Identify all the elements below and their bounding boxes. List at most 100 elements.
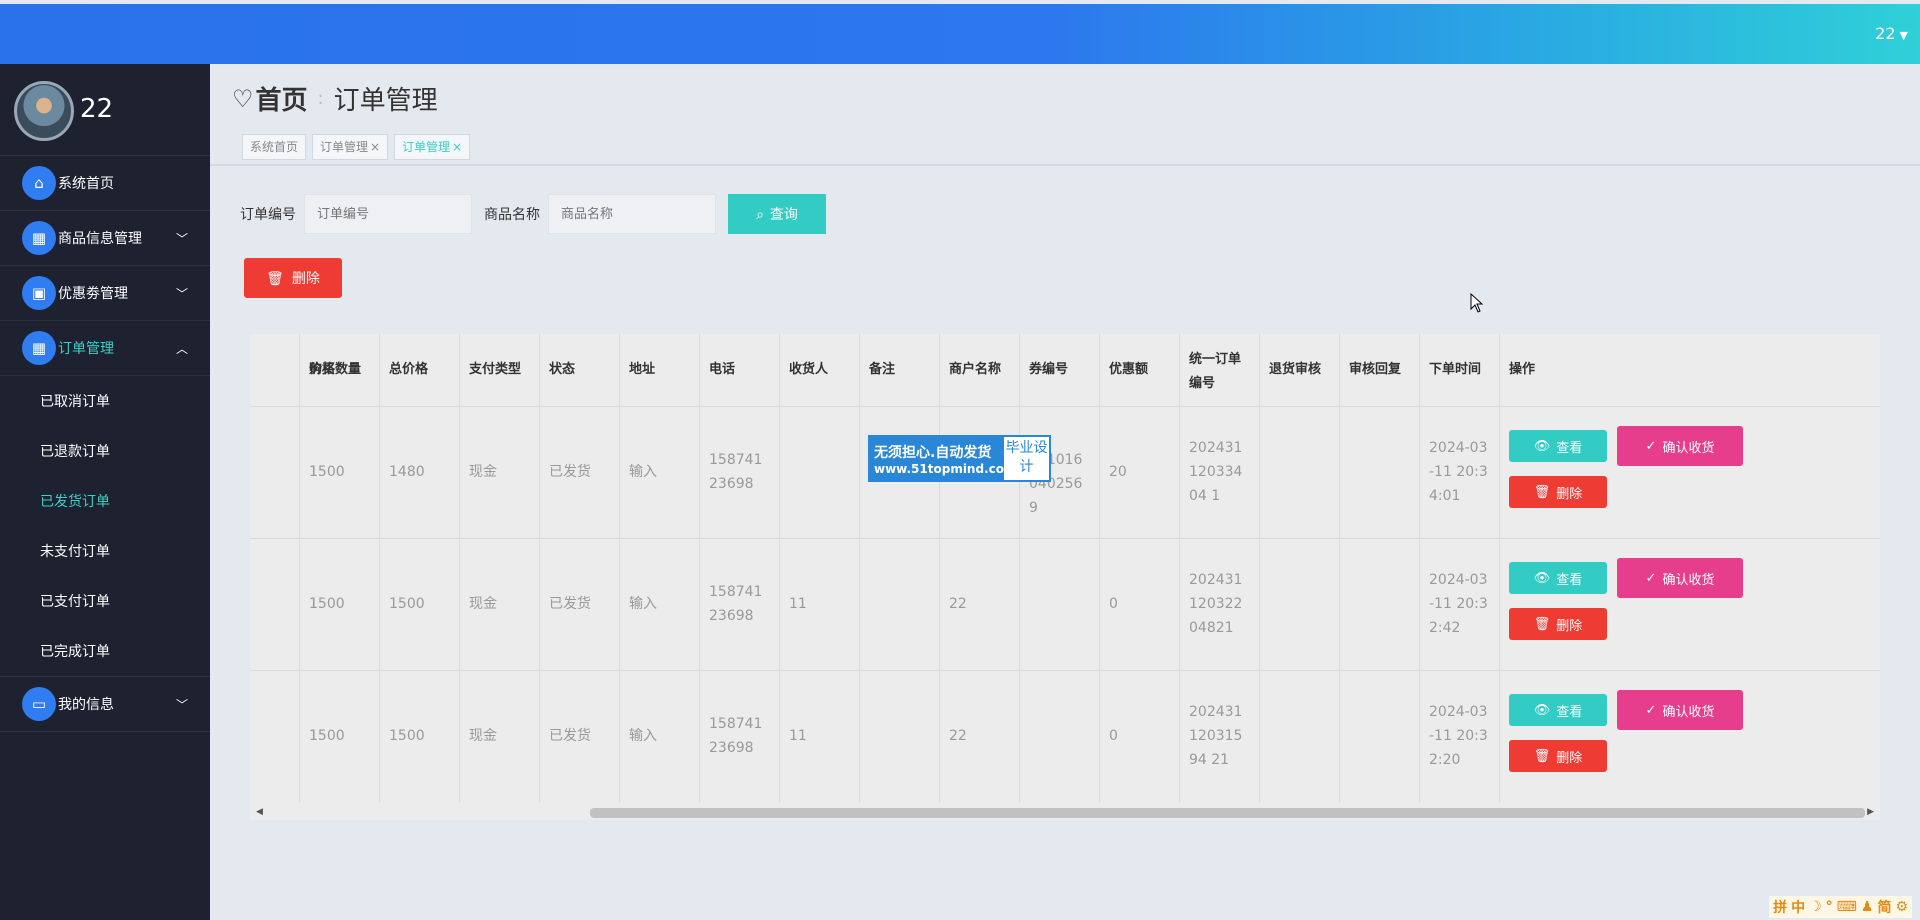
close-icon[interactable]: × [452,140,462,154]
submenu-refunded-orders[interactable]: 已退款订单 [0,426,210,476]
cell-phone: 15874123698 [709,584,763,624]
cell-phone: 15874123698 [709,452,763,492]
view-button[interactable]: 👁 查看 [1509,694,1607,726]
column-header[interactable]: 商户名称 [939,334,1019,406]
ime-icon[interactable]: ⌨ [1837,899,1857,915]
query-button[interactable]: ⌕ 查询 [728,194,826,234]
bulk-delete-label: 删除 [291,270,320,286]
submenu-unpaid-orders[interactable]: 未支付订单 [0,526,210,576]
profile-name: 22 [80,94,114,124]
cell-address: 输入 [629,728,657,744]
submenu-paid-orders[interactable]: 已支付订单 [0,576,210,626]
column-header[interactable]: 退货审核 [1259,334,1339,406]
scroll-right-icon[interactable]: ▶ [1867,807,1874,817]
trash-icon: 🗑 [1533,616,1551,631]
column-header[interactable]: 地址 [619,334,699,406]
submenu-cancelled-orders[interactable]: 已取消订单 [0,376,210,426]
column-header[interactable]: 下单时间 [1419,334,1499,406]
cell-time: 2024-03-11 20:32:20 [1429,704,1488,768]
breadcrumb-separator: : [317,88,324,109]
submenu-shipped-orders[interactable]: 已发货订单 [0,476,210,526]
check-circle-icon: ✓ [1645,438,1657,453]
confirm-receipt-button[interactable]: ✓ 确认收货 [1617,558,1743,598]
product-name-input[interactable] [548,194,716,234]
view-button[interactable]: 👁 查看 [1509,430,1607,462]
sidebar-item-my-info[interactable]: ▭ 我的信息 ﹀ [0,677,210,732]
cell-total: 1500 [389,728,425,744]
delete-button[interactable]: 🗑 删除 [1509,476,1607,508]
cell-status: 已发货 [549,728,591,744]
cell-address: 输入 [629,464,657,480]
horizontal-scrollbar[interactable]: ◀ ▶ [250,804,1880,820]
delete-button-label: 删除 [1556,749,1583,765]
column-header[interactable]: 电话 [699,334,779,406]
ime-icon[interactable]: ° [1826,899,1833,915]
column-header[interactable]: 价格 [299,334,379,406]
column-header[interactable]: 统一订单编号 [1179,334,1259,406]
column-header[interactable]: 优惠额 [1099,334,1179,406]
column-header[interactable]: 券编号 [1019,334,1099,406]
chevron-down-icon: ﹀ [175,286,188,301]
breadcrumb-home[interactable]: 首页 [256,80,308,117]
order-no-label: 订单编号 [240,207,296,223]
ime-icon[interactable]: 简 [1877,897,1891,917]
delete-button[interactable]: 🗑 删除 [1509,608,1607,640]
cell-address: 输入 [629,596,657,612]
cell-total: 1480 [389,464,425,480]
sidebar-item-products[interactable]: ▦ 商品信息管理 ﹀ [0,211,210,266]
tag-label: 订单管理 [320,140,369,154]
user-menu-label: 22 [1875,24,1896,43]
product-name-label: 商品名称 [484,207,540,223]
orders-submenu: 已取消订单 已退款订单 已发货订单 未支付订单 已支付订单 已完成订单 [0,376,210,677]
scroll-thumb[interactable] [590,808,1865,818]
ime-icon[interactable]: ♟ [1861,899,1874,915]
sidebar-item-label: 商品信息管理 [58,231,142,247]
cell-phone: 15874123698 [709,716,763,756]
heart-icon: ♡ [232,84,254,113]
delete-button-label: 删除 [1556,485,1583,501]
column-header[interactable]: 审核回复 [1339,334,1419,406]
trash-icon: 🗑 [1533,484,1551,499]
bulk-delete-button[interactable]: 🗑 删除 [244,258,342,298]
ime-icon[interactable]: ⚙ [1895,899,1908,915]
column-header[interactable]: 状态 [539,334,619,406]
chevron-down-icon: ﹀ [175,231,188,246]
submenu-completed-orders[interactable]: 已完成订单 [0,626,210,676]
column-header[interactable]: 收货人 [779,334,859,406]
cell-order-no: 20243112033404 1 [1189,440,1243,504]
query-button-label: 查询 [769,206,798,222]
close-icon[interactable]: × [370,140,380,154]
confirm-receipt-button[interactable]: ✓ 确认收货 [1617,426,1743,466]
sidebar-item-coupons[interactable]: ▣ 优惠劵管理 ﹀ [0,266,210,321]
ime-toolbar[interactable]: 拼中 ☽ ° ⌨ ♟ 简 ⚙ [1769,896,1912,918]
watermark-badge: 无须担心.自动发货 www.51topmind.com 毕业设计 [868,435,1051,482]
confirm-receipt-button[interactable]: ✓ 确认收货 [1617,690,1743,730]
column-header[interactable]: 支付类型 [459,334,539,406]
view-button[interactable]: 👁 查看 [1509,562,1607,594]
column-header[interactable]: 总价格 [379,334,459,406]
orders-table: 购买数量 价格 总价格 支付类型 状态 地址 电话 收货人 备注 商户名称 券编号 优惠额 统一订单编号… [250,334,1880,804]
cell-status: 已发货 [549,464,591,480]
tag-orders-2[interactable]: 订单管理 × [394,134,471,160]
chevron-up-icon: ︿ [175,341,188,356]
tag-orders-1[interactable]: 订单管理 × [312,134,389,160]
ime-icon[interactable]: ☽ [1809,899,1822,915]
row-divider [250,670,1880,671]
scroll-left-icon[interactable]: ◀ [256,807,263,817]
ime-icon[interactable]: 中 [1791,897,1805,917]
order-no-input[interactable] [304,194,472,234]
column-header[interactable]: 备注 [859,334,939,406]
top-header: 22 ▼ [0,4,1920,64]
sidebar-item-home[interactable]: ⌂ 系统首页 [0,156,210,211]
tag-home[interactable]: 系统首页 [242,134,307,160]
sidebar-item-orders[interactable]: ▦ 订单管理 ︿ [0,321,210,376]
user-menu[interactable]: 22 ▼ [1875,24,1908,43]
sidebar-item-label: 我的信息 [58,697,114,713]
column-header[interactable]: 操作 [1499,334,1799,406]
tag-label: 系统首页 [250,140,299,154]
cell-merchant: 22 [949,728,967,744]
cell-merchant: 22 [949,596,967,612]
ime-icon[interactable]: 拼 [1773,897,1787,917]
cell-total: 1500 [389,596,425,612]
delete-button[interactable]: 🗑 删除 [1509,740,1607,772]
